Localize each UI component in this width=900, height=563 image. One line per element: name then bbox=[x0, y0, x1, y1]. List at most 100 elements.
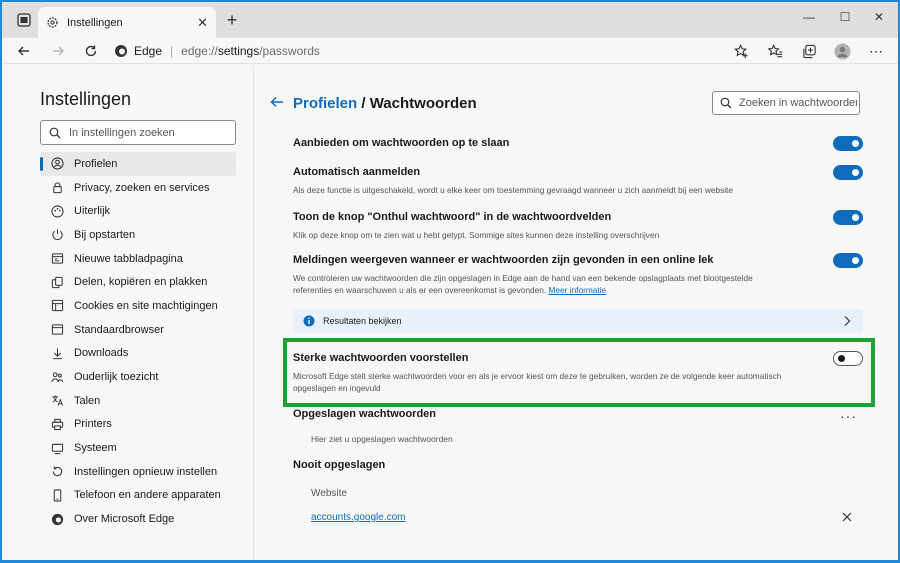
setting-title: Meldingen weergeven wanneer er wachtwoor… bbox=[293, 254, 714, 266]
sidebar-item-delen[interactable]: Delen, kopiëren en plakken bbox=[40, 270, 236, 294]
minimize-button[interactable]: — bbox=[792, 2, 826, 32]
share-icon bbox=[50, 275, 64, 289]
title-bar: Instellingen ✕ + — ☐ ✕ bbox=[2, 2, 898, 38]
chevron-right-icon bbox=[844, 316, 851, 326]
website-column-header: Website bbox=[311, 488, 347, 499]
reveal-password-toggle[interactable] bbox=[833, 210, 863, 225]
tab-settings[interactable]: Instellingen ✕ bbox=[38, 7, 216, 38]
sidebar-item-uiterlijk[interactable]: Uiterlijk bbox=[40, 199, 236, 223]
breadcrumb-profielen-link[interactable]: Profielen bbox=[293, 95, 357, 112]
forward-arrow-icon bbox=[53, 46, 64, 56]
sidebar-item-label: Nieuwe tabbladpagina bbox=[74, 252, 183, 265]
forward-button[interactable] bbox=[46, 39, 70, 63]
new-tab-button[interactable]: + bbox=[222, 10, 242, 30]
setting-description: We controleren uw wachtwoorden die zijn … bbox=[293, 273, 753, 295]
profile-button[interactable] bbox=[831, 40, 853, 62]
star-add-icon bbox=[733, 43, 748, 58]
search-icon bbox=[720, 97, 732, 109]
address-url: edge://settings/passwords bbox=[181, 44, 320, 58]
setting-description: Klik op deze knop om te zien wat u hebt … bbox=[293, 230, 660, 240]
view-results-row[interactable]: Resultaten bekijken bbox=[293, 309, 863, 333]
leak-alerts-toggle[interactable] bbox=[833, 253, 863, 268]
sidebar-item-ouderlijk-toezicht[interactable]: Ouderlijk toezicht bbox=[40, 365, 236, 389]
edge-icon bbox=[50, 512, 64, 526]
learn-more-link[interactable]: Meer informatie bbox=[549, 285, 607, 295]
tab-close-button[interactable]: ✕ bbox=[197, 15, 208, 31]
setting-title: Aanbieden om wachtwoorden op te slaan bbox=[293, 137, 510, 149]
address-brand: Edge bbox=[134, 44, 163, 58]
sidebar-search-box[interactable] bbox=[40, 120, 236, 145]
profile-avatar-icon bbox=[833, 42, 851, 60]
more-button[interactable]: ⋯ bbox=[865, 40, 887, 62]
setting-description: Als deze functie is uitgeschakeld, wordt… bbox=[293, 185, 733, 195]
sidebar-item-over-edge[interactable]: Over Microsoft Edge bbox=[40, 507, 236, 531]
download-icon bbox=[50, 346, 64, 360]
sidebar-menu: Profielen Privacy, zoeken en services Ui… bbox=[40, 152, 236, 531]
setting-auto-signin: Automatisch aanmelden Als deze functie i… bbox=[293, 165, 863, 196]
page-title: Wachtwoorden bbox=[369, 95, 477, 112]
tab-actions-button[interactable] bbox=[10, 6, 38, 34]
phone-icon bbox=[50, 488, 64, 502]
back-button[interactable] bbox=[12, 39, 36, 63]
sidebar-item-systeem[interactable]: Systeem bbox=[40, 436, 236, 460]
address-bar[interactable]: Edge | edge://settings/passwords bbox=[114, 40, 754, 62]
sidebar-item-label: Cookies en site machtigingen bbox=[74, 299, 218, 312]
password-search-input[interactable] bbox=[739, 97, 857, 109]
sidebar-item-printers[interactable]: Printers bbox=[40, 413, 236, 437]
breadcrumb: Profielen / Wachtwoorden bbox=[293, 95, 477, 112]
setting-title: Automatisch aanmelden bbox=[293, 166, 421, 178]
sidebar-item-label: Telefoon en andere apparaten bbox=[74, 489, 221, 502]
auto-signin-toggle[interactable] bbox=[833, 165, 863, 180]
sidebar-item-label: Privacy, zoeken en services bbox=[74, 181, 210, 194]
power-icon bbox=[50, 228, 64, 242]
remove-site-icon[interactable] bbox=[841, 511, 853, 523]
info-icon bbox=[303, 315, 315, 327]
setting-title: Sterke wachtwoorden voorstellen bbox=[293, 352, 469, 364]
sidebar-item-label: Systeem bbox=[74, 442, 117, 455]
close-window-button[interactable]: ✕ bbox=[862, 2, 896, 32]
sidebar-item-label: Downloads bbox=[74, 347, 129, 360]
password-search-box[interactable] bbox=[712, 91, 860, 115]
sidebar-item-standaardbrowser[interactable]: Standaardbrowser bbox=[40, 318, 236, 342]
gear-icon bbox=[47, 17, 58, 28]
cookies-icon bbox=[50, 299, 64, 313]
appearance-icon bbox=[50, 204, 64, 218]
sidebar-item-telefoon[interactable]: Telefoon en andere apparaten bbox=[40, 484, 236, 508]
collections-icon bbox=[802, 44, 816, 58]
browser-icon bbox=[50, 323, 64, 337]
sidebar-search-input[interactable] bbox=[69, 126, 219, 139]
refresh-button[interactable] bbox=[79, 39, 103, 63]
reset-icon bbox=[50, 465, 64, 479]
sidebar-item-label: Delen, kopiëren en plakken bbox=[74, 276, 208, 289]
sidebar-item-label: Instellingen opnieuw instellen bbox=[74, 465, 218, 478]
favorites-icon bbox=[767, 43, 782, 57]
setting-description: Microsoft Edge stelt sterke wachtwoorden… bbox=[293, 371, 782, 393]
tab-actions-icon bbox=[17, 13, 31, 27]
sidebar-item-label: Printers bbox=[74, 418, 112, 431]
sidebar-item-reset[interactable]: Instellingen opnieuw instellen bbox=[40, 460, 236, 484]
sidebar-item-nieuwe-tab[interactable]: Nieuwe tabbladpagina bbox=[40, 247, 236, 271]
navigation-toolbar: Edge | edge://settings/passwords ⋯ bbox=[2, 38, 898, 64]
sidebar-item-label: Bij opstarten bbox=[74, 228, 136, 241]
sidebar-item-label: Uiterlijk bbox=[74, 205, 111, 218]
never-saved-site-link[interactable]: accounts.google.com bbox=[311, 512, 406, 523]
setting-strong-passwords: Sterke wachtwoorden voorstellen Microsof… bbox=[293, 351, 863, 394]
offer-save-toggle[interactable] bbox=[833, 136, 863, 151]
saved-passwords-more-button[interactable]: ··· bbox=[840, 408, 857, 424]
sidebar-item-privacy[interactable]: Privacy, zoeken en services bbox=[40, 176, 236, 200]
family-icon bbox=[50, 370, 64, 384]
add-favorite-button[interactable] bbox=[730, 40, 752, 62]
setting-leak-alerts: Meldingen weergeven wanneer er wachtwoor… bbox=[293, 253, 863, 296]
saved-passwords-empty-text: Hier ziet u opgeslagen wachtwoorden bbox=[311, 434, 453, 444]
maximize-button[interactable]: ☐ bbox=[828, 2, 862, 32]
favorites-button[interactable] bbox=[764, 40, 786, 62]
sidebar-item-profielen[interactable]: Profielen bbox=[40, 152, 236, 176]
back-arrow-icon[interactable] bbox=[269, 94, 285, 110]
sidebar-title: Instellingen bbox=[40, 89, 132, 109]
sidebar-item-opstarten[interactable]: Bij opstarten bbox=[40, 223, 236, 247]
sidebar-item-cookies[interactable]: Cookies en site machtigingen bbox=[40, 294, 236, 318]
strong-passwords-toggle[interactable] bbox=[833, 351, 863, 366]
sidebar-item-downloads[interactable]: Downloads bbox=[40, 342, 236, 366]
collections-button[interactable] bbox=[798, 40, 820, 62]
sidebar-item-talen[interactable]: Talen bbox=[40, 389, 236, 413]
